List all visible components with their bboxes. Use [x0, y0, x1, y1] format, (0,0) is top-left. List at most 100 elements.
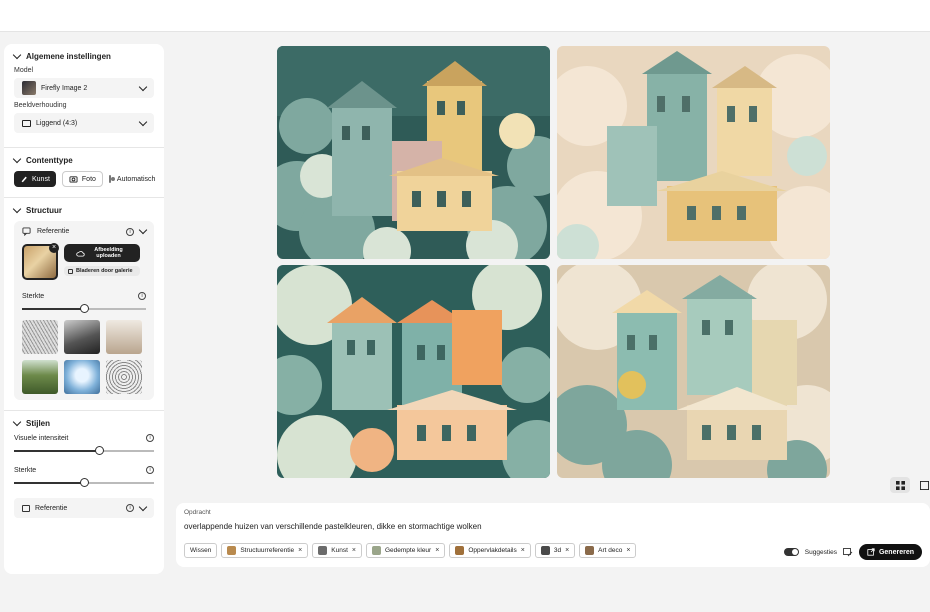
- slider-knob[interactable]: [80, 304, 89, 313]
- ratio-value: Liggend (4:3): [36, 119, 78, 127]
- gallery-thumb[interactable]: [106, 320, 142, 354]
- info-icon[interactable]: i: [138, 292, 146, 300]
- chip-structure-reference[interactable]: Structuurreferentie ×: [221, 543, 309, 558]
- content-type-header[interactable]: Contenttype: [12, 154, 154, 165]
- browse-gallery-button[interactable]: Bladeren door galerie: [64, 266, 140, 276]
- reference-icon: [22, 227, 31, 236]
- chip-label: Oppervlakdetails: [468, 547, 517, 554]
- chevron-down-icon: [12, 204, 22, 214]
- chevron-down-icon[interactable]: [138, 225, 148, 235]
- reference-label: Referentie: [37, 228, 70, 235]
- remove-chip-icon[interactable]: ×: [565, 547, 569, 554]
- reference-card: Referentie i × Afbeelding uploaden Blade…: [14, 221, 154, 400]
- ratio-dropdown[interactable]: Liggend (4:3): [14, 113, 154, 133]
- single-view-button[interactable]: [914, 477, 930, 493]
- model-thumbnail: [22, 81, 36, 95]
- grid-view-button[interactable]: [890, 477, 910, 493]
- auto-toggle[interactable]: [108, 175, 115, 183]
- style-chips: Wissen Structuurreferentie × Kunst × Gedem…: [184, 543, 637, 558]
- styles-header[interactable]: Stijlen: [12, 417, 154, 428]
- landscape-icon: [22, 119, 31, 127]
- prompt-input[interactable]: overlappende huizen van verschillende pa…: [184, 522, 922, 531]
- remove-chip-icon[interactable]: ×: [298, 547, 302, 554]
- gallery-thumb[interactable]: [106, 360, 142, 394]
- content-type-section: Contenttype Kunst Foto Automatisch: [4, 148, 164, 198]
- slider-knob[interactable]: [80, 478, 89, 487]
- prompt-actions: Suggesties Genereren: [783, 544, 922, 560]
- styles-section: Stijlen Visuele intensiteit i Sterkte i …: [4, 411, 164, 532]
- remove-chip-icon[interactable]: ×: [626, 547, 630, 554]
- clear-button[interactable]: Wissen: [184, 543, 218, 558]
- structure-header[interactable]: Structuur: [12, 204, 154, 215]
- generated-image-2[interactable]: [557, 46, 830, 259]
- chevron-down-icon: [12, 417, 22, 427]
- strength-label: Sterkte: [22, 292, 45, 300]
- info-icon[interactable]: i: [146, 466, 154, 474]
- reference-image[interactable]: ×: [22, 243, 59, 280]
- chip-swatch: [371, 546, 381, 555]
- remove-reference-icon[interactable]: ×: [49, 243, 59, 253]
- gallery-label: Bladeren door galerie: [76, 268, 133, 274]
- art-button[interactable]: Kunst: [14, 171, 56, 187]
- info-icon[interactable]: i: [126, 227, 134, 236]
- chip-label: Art deco: [598, 547, 623, 554]
- styles-strength-slider[interactable]: [14, 478, 154, 488]
- generate-button[interactable]: Genereren: [858, 544, 922, 560]
- clear-label: Wissen: [190, 547, 212, 554]
- chevron-down-icon: [12, 50, 22, 60]
- chip-art[interactable]: Kunst ×: [312, 543, 362, 558]
- visual-intensity-slider[interactable]: [14, 446, 154, 456]
- gallery-thumb[interactable]: [64, 360, 100, 394]
- remove-chip-icon[interactable]: ×: [435, 547, 439, 554]
- chip-swatch: [455, 546, 465, 555]
- chip-swatch: [318, 546, 328, 555]
- styles-reference-row[interactable]: Referentie i: [14, 498, 154, 518]
- generate-icon: [867, 548, 875, 556]
- remove-chip-icon[interactable]: ×: [352, 547, 356, 554]
- suggestions-settings-icon[interactable]: [843, 547, 853, 557]
- top-bar: [0, 0, 930, 32]
- suggestions-toggle[interactable]: [783, 548, 799, 556]
- photo-button[interactable]: Foto: [61, 171, 103, 187]
- suggestions-label: Suggesties: [804, 548, 837, 556]
- chip-3d[interactable]: 3d ×: [534, 543, 576, 558]
- photo-button-label: Foto: [81, 175, 96, 183]
- chip-label: Kunst: [331, 547, 348, 554]
- chip-surface-details[interactable]: Oppervlakdetails ×: [449, 543, 531, 558]
- chevron-down-icon: [138, 82, 148, 91]
- content-type-title: Contenttype: [26, 156, 73, 165]
- structure-section: Structuur Referentie i × Afbeelding uplo…: [4, 198, 164, 411]
- generated-image-4[interactable]: [557, 265, 830, 478]
- camera-icon: [69, 176, 78, 183]
- slider-knob[interactable]: [95, 446, 105, 455]
- chip-label: Gedempte kleur: [384, 547, 432, 554]
- info-icon[interactable]: i: [146, 434, 154, 442]
- generate-label: Genereren: [878, 548, 914, 556]
- brush-icon: [21, 176, 27, 183]
- generated-image-1[interactable]: [277, 46, 550, 259]
- model-value: Firefly Image 2: [41, 84, 88, 92]
- ratio-label: Beeldverhouding: [14, 102, 67, 109]
- gallery-thumb[interactable]: [22, 320, 58, 354]
- chevron-down-icon: [138, 117, 148, 126]
- prompt-panel: Opdracht overlappende huizen van verschi…: [176, 503, 930, 567]
- gallery-thumb[interactable]: [64, 320, 100, 354]
- gallery-icon: [68, 268, 73, 274]
- upload-label: Afbeelding uploaden: [94, 247, 123, 259]
- upload-image-button[interactable]: Afbeelding uploaden: [64, 244, 140, 262]
- generated-image-3[interactable]: [277, 265, 550, 478]
- general-settings-header[interactable]: Algemene instellingen: [12, 50, 154, 61]
- chip-label: Structuurreferentie: [240, 547, 295, 554]
- chip-muted-color[interactable]: Gedempte kleur ×: [365, 543, 446, 558]
- cloud-upload-icon: [75, 250, 85, 257]
- gallery-thumb[interactable]: [22, 360, 58, 394]
- chip-swatch: [585, 546, 595, 555]
- strength-slider[interactable]: [22, 304, 146, 314]
- info-icon[interactable]: i: [126, 504, 134, 512]
- structure-title: Structuur: [26, 206, 62, 215]
- model-dropdown[interactable]: Firefly Image 2: [14, 78, 154, 98]
- chevron-down-icon[interactable]: [138, 502, 148, 511]
- chip-art-deco[interactable]: Art deco ×: [579, 543, 637, 558]
- chip-swatch: [540, 546, 550, 555]
- remove-chip-icon[interactable]: ×: [521, 547, 525, 554]
